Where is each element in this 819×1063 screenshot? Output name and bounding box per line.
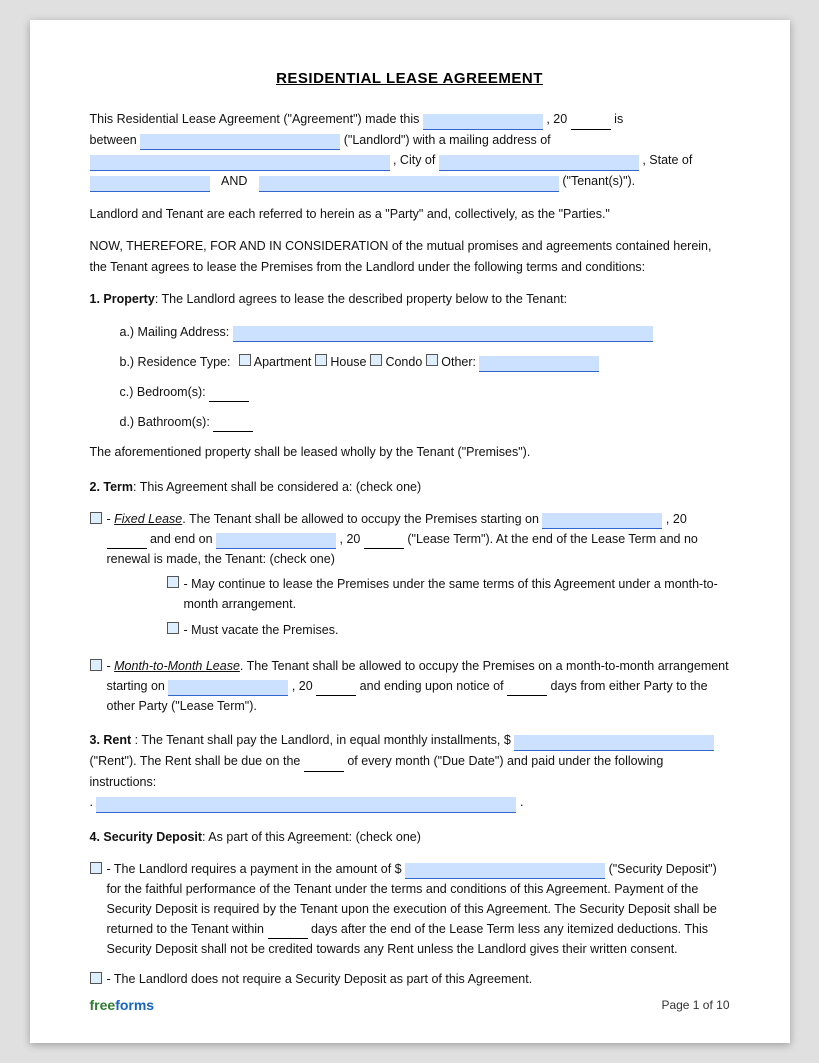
condo-checkbox[interactable] bbox=[370, 354, 382, 366]
section3-content: 3. Rent : The Tenant shall pay the Landl… bbox=[90, 730, 730, 813]
section3: 3. Rent : The Tenant shall pay the Landl… bbox=[90, 730, 730, 813]
date-field[interactable] bbox=[423, 114, 543, 130]
fixed-start-year[interactable] bbox=[107, 533, 147, 549]
other-label: Other: bbox=[441, 355, 479, 369]
fixed-lease-option: - Fixed Lease. The Tenant shall be allow… bbox=[90, 509, 730, 646]
fixed-end-year[interactable] bbox=[364, 533, 404, 549]
logo-free: free bbox=[90, 997, 116, 1013]
payment-instructions-field[interactable] bbox=[96, 797, 516, 813]
section1-items: a.) Mailing Address: b.) Residence Type:… bbox=[120, 322, 730, 432]
fixed-end-date[interactable] bbox=[216, 533, 336, 549]
landlord-name-field[interactable] bbox=[140, 134, 340, 150]
section1: 1. Property: The Landlord agrees to leas… bbox=[90, 289, 730, 462]
section4: 4. Security Deposit: As part of this Agr… bbox=[90, 827, 730, 990]
bathrooms-field[interactable] bbox=[213, 416, 253, 432]
month-lease-option: - Month-to-Month Lease. The Tenant shall… bbox=[90, 656, 730, 716]
footer: freeforms Page 1 of 10 bbox=[90, 997, 730, 1013]
residence-label: b.) Residence Type: bbox=[120, 355, 231, 369]
apartment-checkbox[interactable] bbox=[239, 354, 251, 366]
continue-lease-checkbox[interactable] bbox=[167, 576, 179, 588]
continue-lease-option: - May continue to lease the Premises und… bbox=[167, 574, 730, 614]
security-required-text: - The Landlord requires a payment in the… bbox=[107, 859, 730, 959]
section2: 2. Term: This Agreement shall be conside… bbox=[90, 477, 730, 717]
document-title: RESIDENTIAL LEASE AGREEMENT bbox=[90, 70, 730, 87]
security-amount-field[interactable] bbox=[405, 863, 605, 879]
house-checkbox[interactable] bbox=[315, 354, 327, 366]
security-not-required-checkbox[interactable] bbox=[90, 972, 102, 984]
section1-closing: The aforementioned property shall be lea… bbox=[90, 442, 730, 463]
security-required-option: - The Landlord requires a payment in the… bbox=[90, 859, 730, 959]
document-page: RESIDENTIAL LEASE AGREEMENT This Residen… bbox=[30, 20, 790, 1043]
state-field[interactable] bbox=[90, 176, 210, 192]
month-start-date[interactable] bbox=[168, 680, 288, 696]
bedrooms-row: c.) Bedroom(s): bbox=[120, 382, 730, 402]
condo-label: Condo bbox=[385, 355, 425, 369]
fixed-lease-text: - Fixed Lease. The Tenant shall be allow… bbox=[107, 509, 730, 646]
month-lease-checkbox[interactable] bbox=[90, 659, 102, 671]
month-lease-text: - Month-to-Month Lease. The Tenant shall… bbox=[107, 656, 730, 716]
section2-heading-line: 2. Term: This Agreement shall be conside… bbox=[90, 477, 730, 498]
city-field[interactable] bbox=[439, 155, 639, 171]
tenant-name-field[interactable] bbox=[259, 176, 559, 192]
section1-heading-line: 1. Property: The Landlord agrees to leas… bbox=[90, 289, 730, 310]
year-field[interactable] bbox=[571, 114, 611, 130]
now-text: NOW, THEREFORE, FOR AND IN CONSIDERATION… bbox=[90, 236, 730, 277]
rent-amount-field[interactable] bbox=[514, 735, 714, 751]
vacate-checkbox[interactable] bbox=[167, 622, 179, 634]
mailing-label: a.) Mailing Address: bbox=[120, 325, 230, 339]
month-notice-days[interactable] bbox=[507, 680, 547, 696]
due-date-field[interactable] bbox=[304, 756, 344, 772]
bathrooms-row: d.) Bathroom(s): bbox=[120, 412, 730, 432]
mailing-address-row: a.) Mailing Address: bbox=[120, 322, 730, 342]
other-field[interactable] bbox=[479, 356, 599, 372]
residence-type-row: b.) Residence Type: Apartment House Cond… bbox=[120, 352, 730, 372]
parties-text: Landlord and Tenant are each referred to… bbox=[90, 204, 730, 225]
page-number: Page 1 of 10 bbox=[661, 998, 729, 1012]
section4-heading-line: 4. Security Deposit: As part of this Agr… bbox=[90, 827, 730, 848]
logo-forms: forms bbox=[115, 997, 154, 1013]
house-label: House bbox=[330, 355, 370, 369]
freeforms-logo: freeforms bbox=[90, 997, 155, 1013]
intro-block: This Residential Lease Agreement ("Agree… bbox=[90, 109, 730, 192]
intro-line1-pre: This Residential Lease Agreement ("Agree… bbox=[90, 112, 420, 126]
fixed-lease-checkbox[interactable] bbox=[90, 512, 102, 524]
mailing-address-field[interactable] bbox=[233, 326, 653, 342]
security-return-days[interactable] bbox=[268, 923, 308, 939]
other-checkbox[interactable] bbox=[426, 354, 438, 366]
apartment-label: Apartment bbox=[254, 355, 315, 369]
month-start-year[interactable] bbox=[316, 680, 356, 696]
security-not-required-option: - The Landlord does not require a Securi… bbox=[90, 969, 730, 989]
security-required-checkbox[interactable] bbox=[90, 862, 102, 874]
fixed-lease-suboptions: - May continue to lease the Premises und… bbox=[167, 574, 730, 640]
address-field[interactable] bbox=[90, 155, 390, 171]
fixed-start-date[interactable] bbox=[542, 513, 662, 529]
vacate-option: - Must vacate the Premises. bbox=[167, 620, 730, 640]
bedrooms-field[interactable] bbox=[209, 386, 249, 402]
